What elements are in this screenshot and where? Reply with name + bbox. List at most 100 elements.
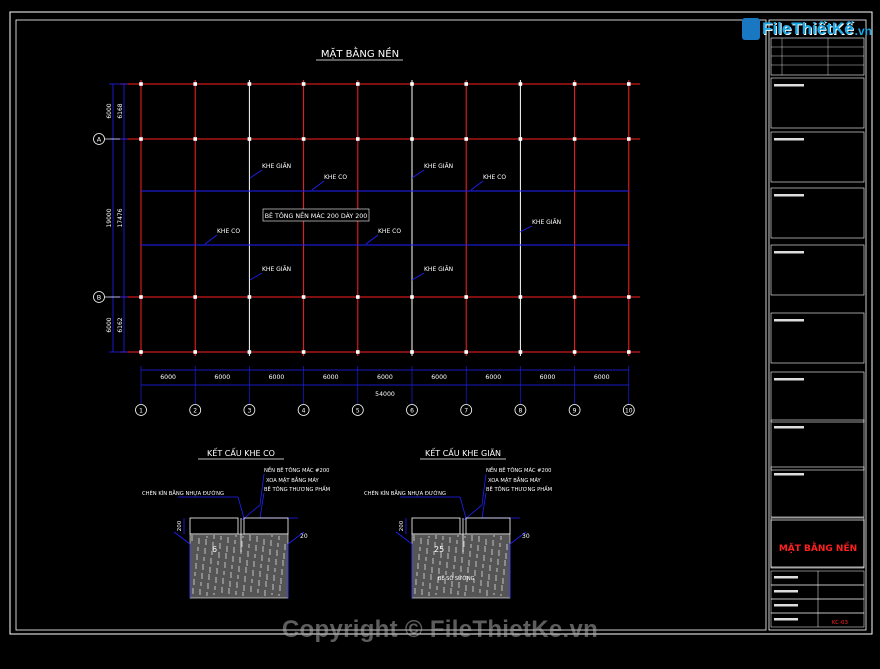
detail-title: KẾT CẤU KHE GIÃN [425,447,501,458]
gravel-dot [416,572,418,574]
gravel-dot [414,592,416,594]
column-marker [572,137,577,141]
gravel-dot [436,588,438,590]
gravel-dot [221,589,223,591]
gravel-dot [447,557,449,559]
title-block-text [774,378,804,381]
column-marker [518,82,523,86]
gravel-dot [251,579,253,581]
gravel-dot [251,581,253,583]
gravel-dot [226,548,228,550]
gravel-dot [235,591,237,593]
detail-dim-label: 200 [177,520,183,531]
gravel-dot [279,589,281,591]
gravel-dot [438,568,440,570]
detail-dim-label: 6 [212,545,217,554]
gravel-dot [479,591,481,593]
drawing-frame-inner [15,19,767,631]
joint-label: KHE GIÃN [532,219,561,226]
gravel-dot [200,584,202,586]
gravel-dot [259,575,261,577]
column-marker [356,350,360,354]
gravel-dot [233,551,235,553]
gravel-dot [233,547,235,549]
gravel-dot [427,541,429,543]
gravel-dot [445,573,447,575]
gravel-dot [477,547,479,549]
gravel-dot [421,589,423,591]
gravel-dot [485,543,487,545]
column-marker [193,82,197,86]
gravel-dot [213,535,215,537]
gravel-dot [454,556,456,558]
gravel-dot [193,583,195,585]
gravel-dot [252,574,254,576]
gravel-dot [425,559,427,561]
gravel-dot [431,567,433,569]
column-marker [410,295,414,299]
gravel-dot [486,590,488,592]
gravel-dot [199,589,201,591]
gravel-dot [448,550,450,552]
gravel-dot [231,567,233,569]
gravel-dot [283,557,285,559]
gravel-dot [460,568,462,570]
detail-note: BÊ TÔNG THƯƠNG PHẨM [486,485,552,493]
gravel-dot [244,578,246,580]
gravel-dot [265,583,267,585]
gravel-dot [239,561,241,563]
gravel-dot [505,557,507,559]
gravel-dot [456,540,458,542]
joint-label: KHE CO [324,174,347,181]
gravel-dot [258,580,260,582]
gravel-dot [215,579,217,581]
gravel-dot [500,538,502,540]
gravel-dot [253,565,255,567]
gravel-dot [462,552,464,554]
column-marker [247,350,252,354]
gravel-dot [502,580,504,582]
gravel-dot [436,586,438,588]
gravel-dot [448,548,450,550]
gravel-dot [427,543,429,545]
gravel-dot [468,564,470,566]
axis-label-number: 2 [193,407,197,414]
gravel-dot [492,540,494,542]
gravel-dot [241,543,243,545]
gravel-dot [424,568,426,570]
gravel-dot [274,570,276,572]
gravel-dot [504,560,506,562]
gravel-dot [470,546,472,548]
gravel-dot [450,592,452,594]
gravel-dot [192,588,194,590]
gravel-dot [471,535,473,537]
gravel-dot [275,563,277,565]
gravel-dot [478,538,480,540]
title-block-frame [768,19,867,631]
column-marker [247,137,252,141]
gravel-dot [443,587,445,589]
detail-note: NỀN BÊ TÔNG MÁC #200 [264,466,329,474]
gravel-dot [241,541,243,543]
gravel-dot [429,583,431,585]
gravel-dot [249,537,251,539]
column-marker [627,82,631,86]
column-marker [410,137,414,141]
joint-labels: KHE GIÃN KHE GIÃN KHE CO KHE CO KHE CO KHE CO… [204,163,561,281]
gravel-dot [265,585,267,587]
gravel-dot [217,561,219,563]
gravel-dot [463,541,465,543]
gravel-dot [445,571,447,573]
gravel-dot [271,593,273,595]
column-marker [139,350,143,354]
gravel-dot [420,538,422,540]
gravel-dot [268,558,270,560]
detail-note: CHÈN KÍN BẰNG NHỰA ĐƯỜNG [364,489,446,497]
gravel-dot [246,560,248,562]
gravel-dot [417,563,419,565]
gravel-dot [431,569,433,571]
gravel-dot [222,582,224,584]
gravel-dot [193,579,195,581]
gravel-dot [438,570,440,572]
gravel-dot [429,585,431,587]
